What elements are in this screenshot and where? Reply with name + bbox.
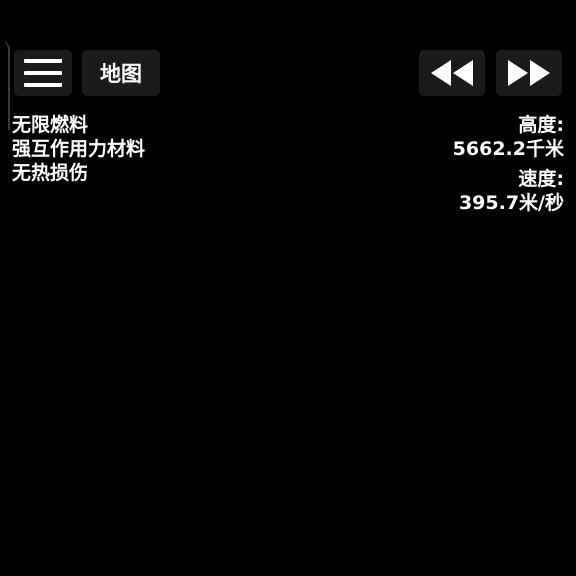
rewind-icon: [431, 60, 473, 86]
cheat-strong-material: 强互作用力材料: [12, 138, 146, 160]
fast-forward-button[interactable]: [496, 50, 562, 96]
fast-forward-icon: [508, 60, 550, 86]
cheat-no-heat-damage: 无热损伤: [12, 162, 89, 184]
telemetry-readouts: 高度: 5662.2千米 速度: 395.7米/秒: [453, 113, 564, 215]
velocity-label: 速度:: [518, 168, 564, 190]
velocity-value: 395.7米/秒: [458, 192, 564, 214]
panel-edge-line: [0, 40, 10, 130]
rewind-button[interactable]: [419, 50, 485, 96]
menu-button[interactable]: [14, 50, 72, 96]
altitude-label: 高度:: [518, 114, 564, 136]
cheat-infinite-fuel: 无限燃料: [12, 114, 89, 136]
hamburger-menu-icon: [24, 59, 62, 87]
cheats-list: 无限燃料 强互作用力材料 无热损伤: [12, 113, 145, 185]
altitude-value: 5662.2千米: [452, 138, 564, 160]
map-button[interactable]: 地图: [82, 50, 160, 96]
